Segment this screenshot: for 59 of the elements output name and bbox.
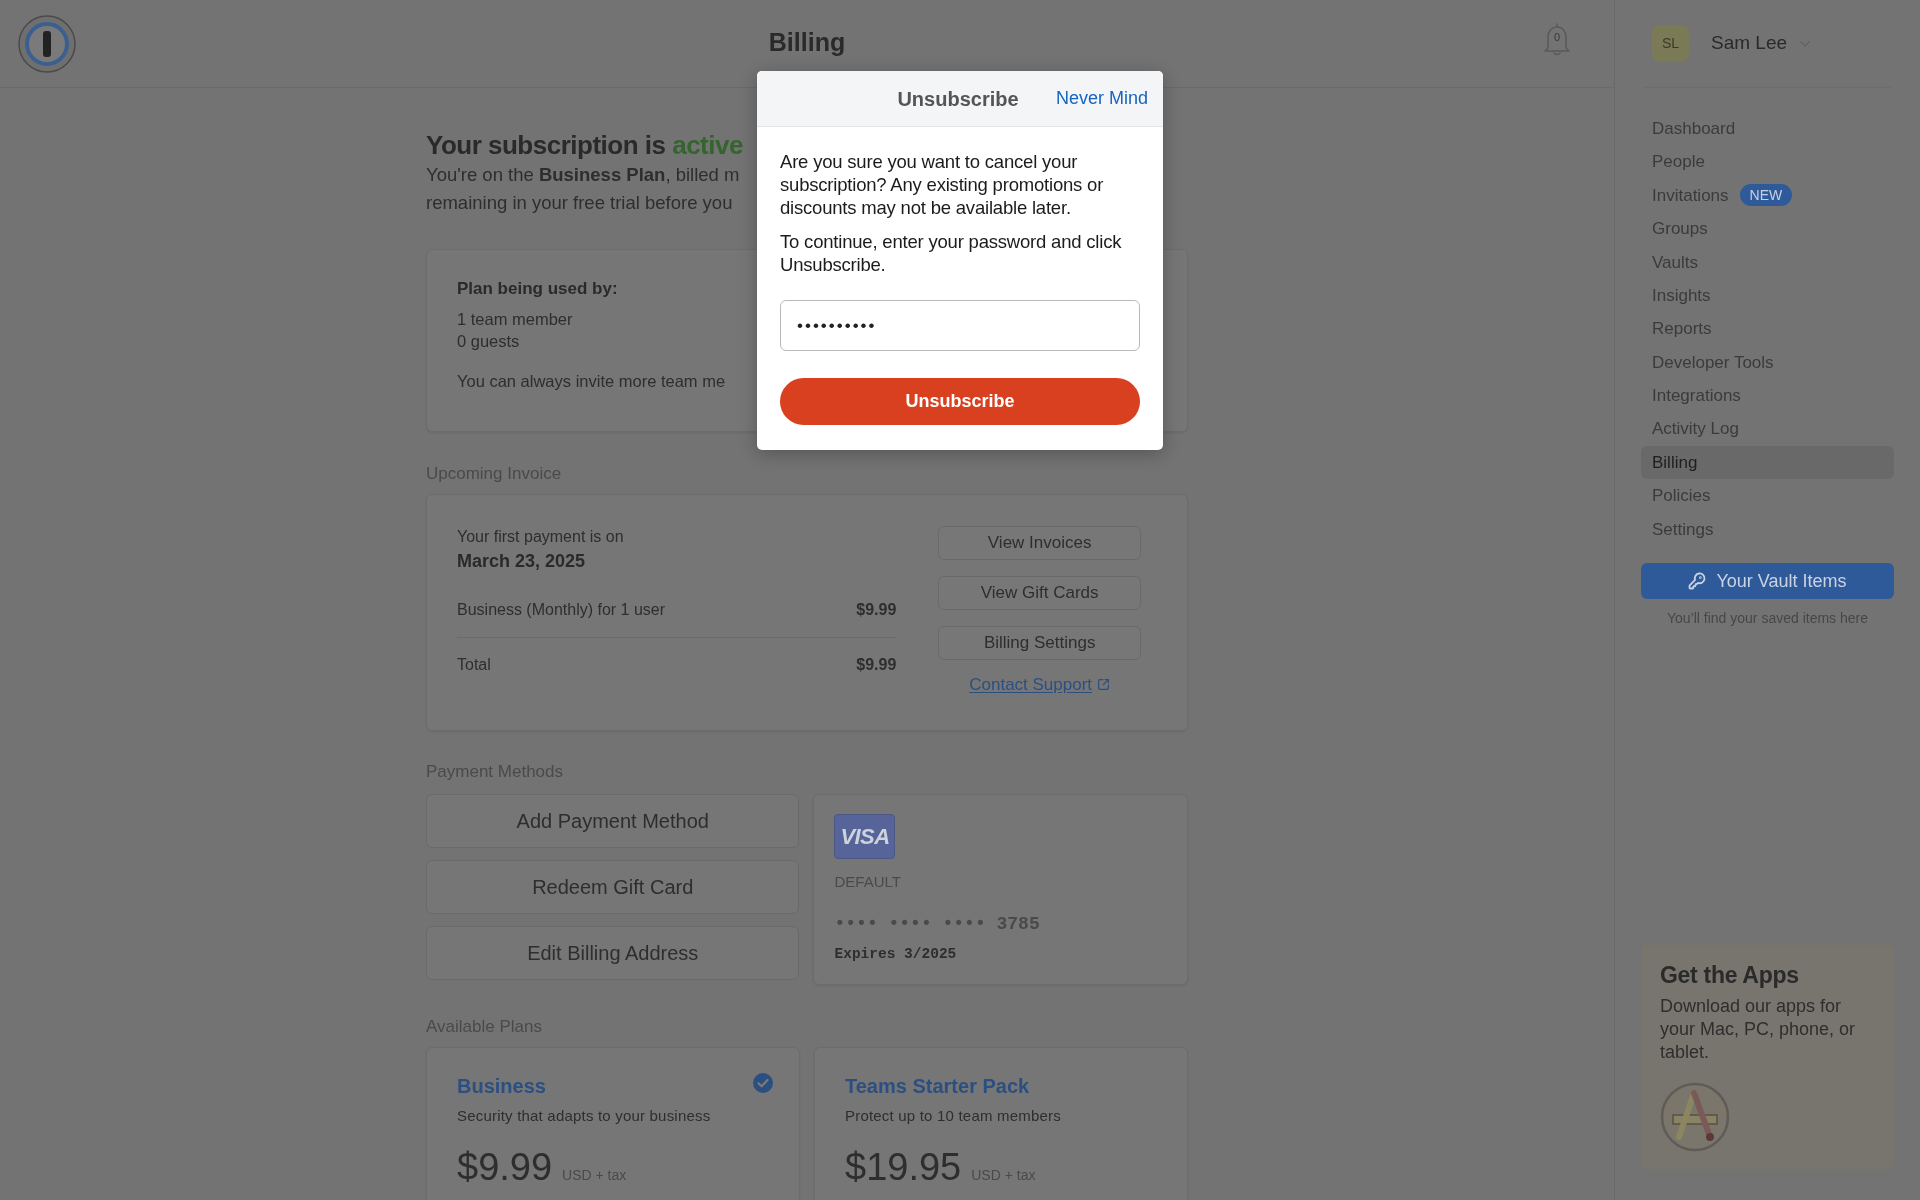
first-payment-label: Your first payment is on [457, 527, 624, 547]
external-link-icon [1097, 678, 1111, 692]
payment-action-button[interactable]: Redeem Gift Card [426, 860, 800, 914]
sidebar-item[interactable]: Settings [1641, 512, 1894, 547]
invite-note: You can always invite more team me [457, 371, 726, 392]
apps-card-text: Download our apps for your Mac, PC, phone, or tablet. [1660, 994, 1857, 1064]
unsubscribe-button[interactable]: Unsubscribe [780, 378, 1140, 425]
apps-card-title: Get the Apps [1660, 961, 1799, 991]
payment-action-button[interactable]: Add Payment Method [426, 794, 800, 848]
subscription-text: remaining in your free trial before you [426, 191, 733, 215]
plan-usage-line: 1 team member [457, 309, 573, 330]
sidebar-item[interactable]: Reports [1641, 312, 1894, 346]
plan-usage-title: Plan being used by: [457, 278, 618, 300]
dialog-message: Are you sure you want to cancel your subscription? Any existing promotions or discounts may not be available later. [780, 150, 1105, 219]
plan-description: Protect up to 10 team members [845, 1106, 1061, 1126]
password-field[interactable]: •••••••••• [780, 300, 1140, 351]
sidebar-item[interactable]: Invitations NEW [1641, 178, 1894, 213]
dialog-message: To continue, enter your password and click Unsubscribe. [780, 230, 1123, 276]
subscription-heading: Your subscription is active [426, 129, 743, 161]
key-icon [1688, 572, 1707, 591]
dialog-title: Unsubscribe [897, 86, 1019, 112]
sidebar-item[interactable]: Insights [1641, 278, 1894, 313]
invoice-action-button[interactable]: View Invoices [938, 526, 1141, 560]
visa-logo: VISA [834, 814, 896, 859]
total-label: Total [457, 655, 491, 675]
vault-items-button[interactable]: Your Vault Items [1641, 563, 1894, 600]
new-badge: NEW [1739, 184, 1793, 207]
plan-description: Security that adapts to your business [457, 1106, 711, 1126]
sidebar-item[interactable]: Vaults [1641, 245, 1894, 279]
drafting-tools-icon [1660, 1081, 1730, 1152]
invoice-line-amount: $9.99 [856, 600, 897, 620]
sidebar-item[interactable]: Dashboard [1641, 112, 1894, 146]
plan-usage-line: 0 guests [457, 331, 520, 352]
never-mind-link[interactable]: Never Mind [1055, 85, 1148, 112]
invoice-action-button[interactable]: Billing Settings [938, 626, 1141, 660]
user-name[interactable]: Sam Lee [1711, 29, 1788, 58]
total-amount: $9.99 [856, 655, 897, 675]
plan-name: Teams Starter Pack [845, 1074, 1030, 1099]
first-payment-date: March 23, 2025 [457, 550, 586, 573]
payment-action-button[interactable]: Edit Billing Address [426, 926, 800, 980]
plan-price: $9.99 [457, 1145, 553, 1190]
subscription-text: You're on the Business Plan, billed m [426, 163, 740, 187]
contact-support-link[interactable]: Contact Support [969, 672, 1093, 698]
invoice-action-button[interactable]: View Gift Cards [938, 576, 1141, 610]
invoice-line-description: Business (Monthly) for 1 user [457, 600, 666, 620]
plan-price: $19.95 [845, 1145, 962, 1190]
sidebar-item[interactable]: People [1641, 145, 1894, 179]
page-title: Billing [768, 26, 846, 58]
sidebar-item[interactable]: Policies [1641, 479, 1894, 513]
sidebar-item[interactable]: Activity Log [1641, 412, 1894, 446]
sidebar-item[interactable]: Billing [1641, 445, 1894, 480]
sidebar-item[interactable]: Groups [1641, 212, 1894, 246]
keyhole-logo[interactable] [18, 14, 76, 73]
user-avatar[interactable]: SL [1652, 25, 1689, 62]
sidebar-item[interactable]: Developer Tools [1641, 345, 1894, 380]
sidebar-item[interactable]: Integrations [1641, 379, 1894, 413]
plan-name: Business [457, 1074, 546, 1099]
card-expiry: Expires 3/2025 [834, 945, 957, 964]
bell-icon[interactable] [1542, 21, 1572, 56]
